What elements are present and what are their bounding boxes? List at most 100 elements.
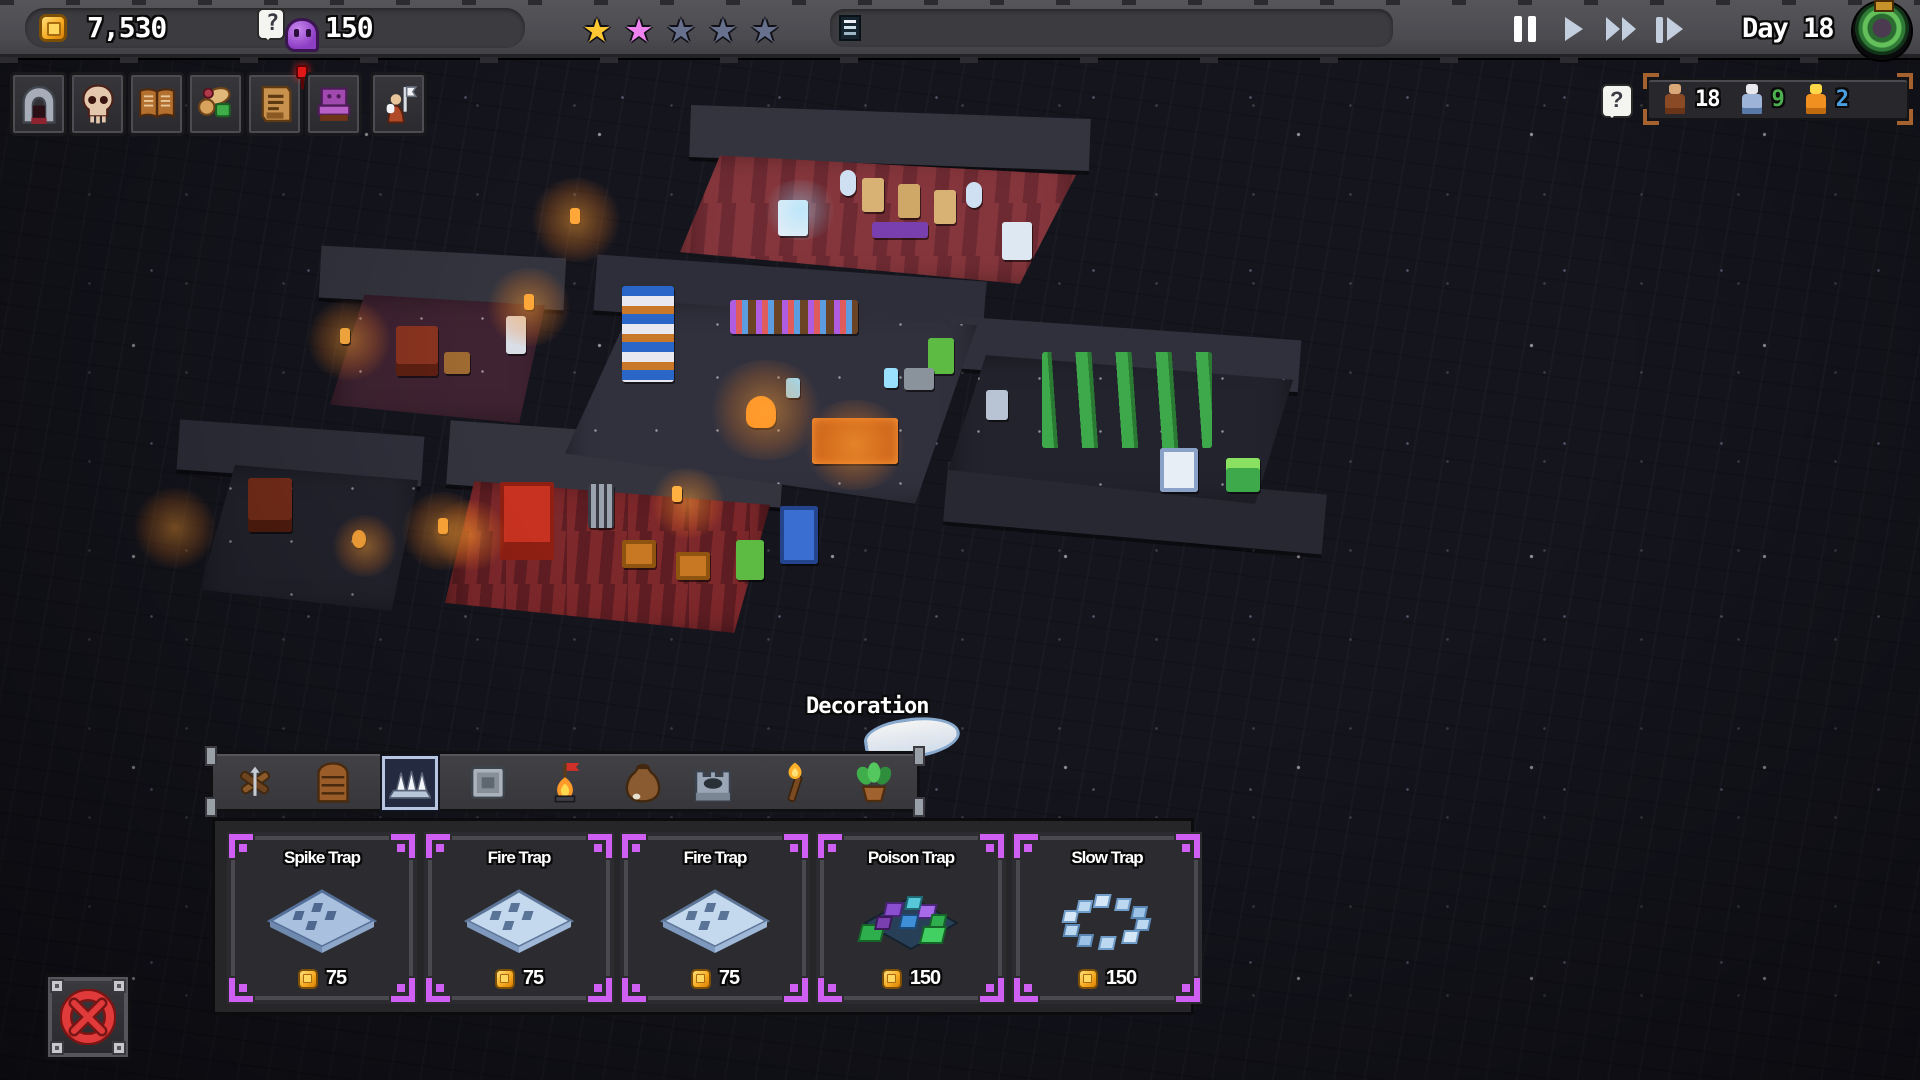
playback-controls (1505, 10, 1689, 48)
metal-cap (913, 746, 925, 766)
plant-icon (856, 762, 892, 803)
armor-stand (506, 316, 526, 354)
corner-bracket (1897, 109, 1913, 125)
torch (438, 518, 448, 534)
metal-cap (913, 797, 925, 817)
worker-icon (1740, 84, 1764, 114)
tab-torches[interactable] (767, 758, 823, 806)
resource-display: 7,530 150 (25, 8, 525, 52)
item-card-fire-trap[interactable]: Fire Trap 75 (424, 832, 614, 1004)
campfire (746, 396, 776, 428)
fire-sprite (352, 530, 366, 548)
pause-button[interactable] (1505, 10, 1545, 48)
hero-flag-icon (386, 86, 417, 124)
star-empty (660, 0, 702, 54)
crystal (786, 378, 800, 398)
question-bubble-icon (257, 8, 285, 40)
shelf (730, 300, 858, 334)
crystal (884, 368, 898, 388)
tab-storage[interactable] (615, 758, 671, 806)
corner-bracket (1643, 73, 1659, 89)
statue (898, 184, 920, 218)
gold-icon (39, 14, 67, 42)
quest-log-button[interactable] (246, 65, 308, 136)
gold-icon (881, 968, 902, 989)
torch (672, 486, 682, 502)
supplies-button[interactable] (187, 72, 244, 136)
furniture-button[interactable] (305, 72, 362, 136)
hero-invasion-button[interactable] (370, 72, 427, 136)
close-build-menu-button[interactable] (48, 977, 128, 1057)
tab-plants[interactable] (846, 758, 902, 806)
hero-icon (1804, 84, 1828, 114)
star-empty (702, 0, 744, 54)
slow-trap-icon (1012, 880, 1202, 960)
metal-cap (205, 746, 217, 766)
worker-count: 9 (1771, 86, 1785, 112)
item-title: Fire Trap (487, 848, 552, 867)
tab-pressure-plates[interactable] (460, 758, 516, 806)
game-window: 7,530 150 (0, 0, 1920, 1080)
poison-trap-icon (816, 880, 1006, 960)
dungeon-entrance-icon (21, 85, 56, 124)
item-card-spike-trap[interactable]: Spike Trap 75 (227, 832, 417, 1004)
step-forward-button[interactable] (1649, 10, 1689, 48)
star-filled-pink (618, 0, 660, 54)
hero-count: 2 (1835, 86, 1849, 112)
plant-box (1226, 458, 1260, 492)
item-card-poison-trap[interactable]: Poison Trap 150 (816, 832, 1006, 1004)
dungeon-entrance-button[interactable] (10, 72, 67, 136)
minion-count-entry: 18 (1663, 84, 1720, 114)
dungeon-rating (576, 0, 786, 54)
urn (966, 182, 982, 208)
fountain (1002, 222, 1032, 260)
item-title: Fire Trap (683, 848, 748, 867)
statue (934, 190, 956, 224)
gold-icon (297, 968, 318, 989)
tab-doors[interactable] (305, 758, 361, 806)
dungeon-heart-orb[interactable] (1853, 0, 1911, 60)
jail-door (588, 484, 614, 528)
item-card-slow-trap[interactable]: Slow Trap 150 (1012, 832, 1202, 1004)
main-menu-row (10, 65, 427, 136)
gold-icon (690, 968, 711, 989)
play-button[interactable] (1553, 10, 1593, 48)
crate (444, 352, 470, 374)
codex-button[interactable] (128, 72, 185, 136)
crops (1042, 352, 1212, 448)
help-bubble-button[interactable] (1601, 84, 1635, 122)
red-tower (500, 482, 554, 560)
build-item-panel: Spike Trap 75 Fire Trap 75 Fire Trap 75 … (212, 818, 1202, 1015)
day-counter: Day 18 (1742, 13, 1835, 44)
furnace (396, 326, 438, 376)
book-icon (138, 88, 175, 119)
robot-blue (780, 506, 818, 564)
souls-count: 150 (325, 11, 374, 44)
item-title: Poison Trap (867, 848, 955, 867)
gold-icon (494, 968, 515, 989)
item-title: Slow Trap (1071, 848, 1143, 867)
door-icon (317, 762, 349, 803)
room-lower-left (200, 465, 418, 611)
corner-bracket (1897, 73, 1913, 89)
fast-forward-button[interactable] (1601, 10, 1641, 48)
item-price: 150 (816, 967, 1006, 990)
minion-count: 18 (1695, 86, 1720, 112)
hover-tooltip: Decoration (806, 694, 929, 719)
metal-cap (205, 797, 217, 817)
tab-wells[interactable] (685, 758, 741, 806)
tab-braziers[interactable] (537, 758, 593, 806)
star-filled-gold (576, 0, 618, 54)
tab-ballista[interactable] (227, 758, 283, 806)
harvester (1160, 448, 1198, 492)
objective-progress-bar (830, 9, 1393, 47)
ghost-icon (285, 18, 319, 52)
objective-icon (839, 15, 861, 41)
item-card-fire-trap[interactable]: Fire Trap 75 (620, 832, 810, 1004)
minion-icon (1663, 84, 1687, 114)
population-panel: 18 9 2 (1643, 73, 1913, 125)
question-bubble-icon (1601, 84, 1633, 118)
threats-button[interactable] (69, 72, 126, 136)
gold-count: 7,530 (87, 11, 167, 44)
tab-traps-selected[interactable] (382, 756, 438, 810)
